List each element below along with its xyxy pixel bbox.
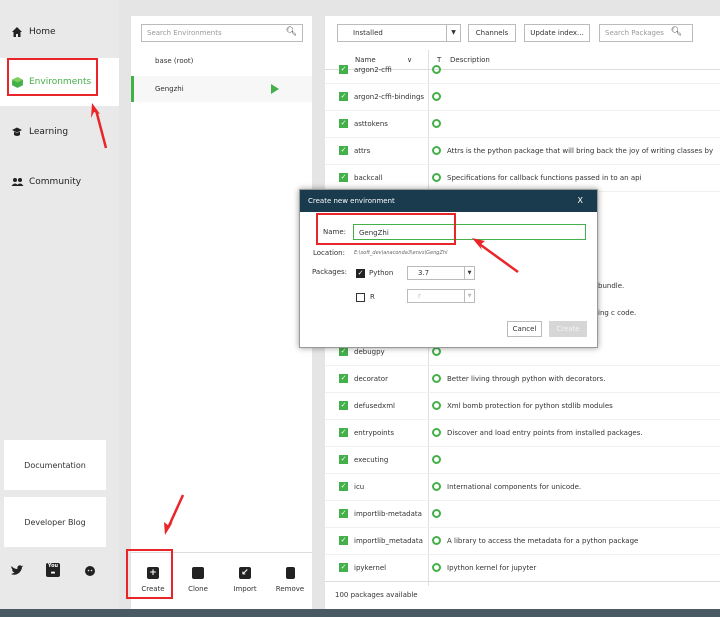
bottom-status-bar (0, 609, 720, 617)
annotation-arrows (91, 103, 519, 535)
